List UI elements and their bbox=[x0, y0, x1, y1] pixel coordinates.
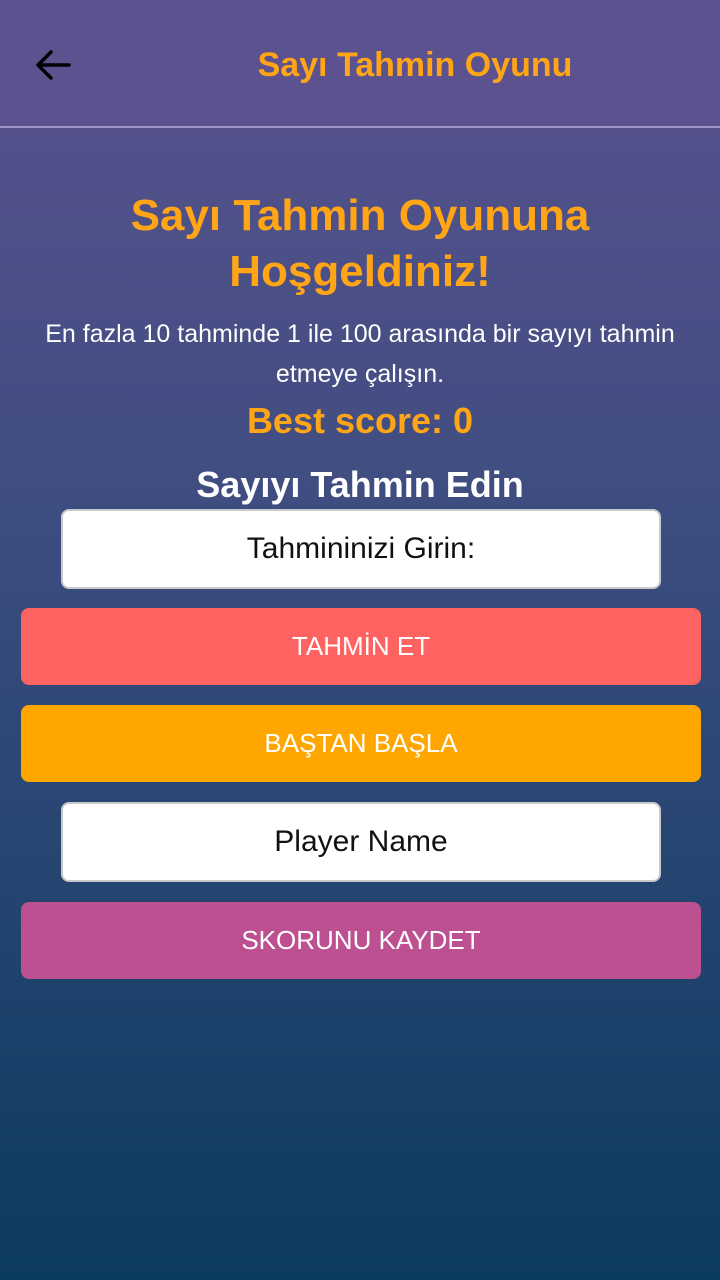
guess-input[interactable] bbox=[61, 509, 661, 589]
guess-heading: Sayıyı Tahmin Edin bbox=[196, 464, 524, 505]
welcome-heading: Sayı Tahmin Oyununa Hoşgeldiniz! bbox=[130, 191, 590, 296]
back-button[interactable] bbox=[28, 40, 78, 90]
guess-button[interactable]: TAHMİN ET bbox=[21, 608, 701, 685]
restart-button[interactable]: BAŞTAN BAŞLA bbox=[21, 705, 701, 782]
arrow-left-icon bbox=[36, 50, 71, 80]
save-score-button[interactable]: SKORUNU KAYDET bbox=[21, 902, 701, 979]
app-bar: Sayı Tahmin Oyunu bbox=[0, 0, 720, 128]
app-title: Sayı Tahmin Oyunu bbox=[257, 46, 573, 84]
player-name-input[interactable] bbox=[61, 802, 661, 882]
instructions-text: En fazla 10 tahminde 1 ile 100 arasında … bbox=[45, 320, 675, 388]
best-score: Best score: 0 bbox=[246, 400, 474, 441]
